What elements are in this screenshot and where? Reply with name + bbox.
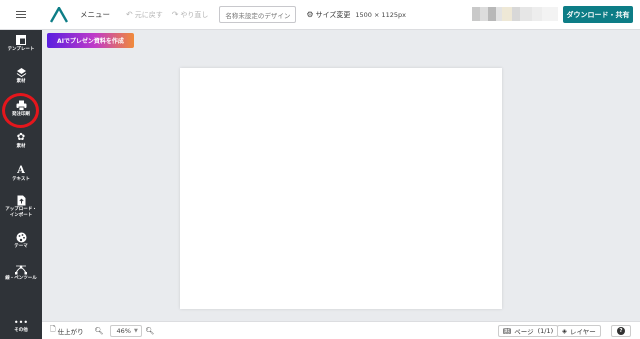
redo-button[interactable]: ↷ やり直し [172, 10, 209, 20]
page-label: ページ [514, 328, 534, 336]
design-name-placeholder: 名称未設定のデザイン [225, 11, 291, 20]
page-button[interactable]: 📖︎ ページ (1/1) [498, 325, 559, 337]
sidebar-item-label: テーマ [14, 244, 28, 249]
zoom-out-icon[interactable]: 🔍︎ [95, 327, 104, 335]
shapes-icon: ✿ [16, 132, 26, 143]
sidebar-item-label: テキスト [12, 177, 30, 182]
gear-icon: ⚙ [306, 10, 314, 19]
sidebar-item-more[interactable]: ••• その他 [0, 318, 42, 334]
text-icon: A [17, 165, 25, 176]
bottom-bar: 🗋 仕上がり 🔍︎ 46% ▼ 🔍︎ 📖︎ ページ (1/1) ◈ レイヤー ? [42, 321, 640, 339]
sidebar-item-label: 素材 [16, 79, 26, 84]
size-change-label: サイズ変更 [315, 10, 351, 19]
template-icon [0, 35, 42, 47]
sidebar-item-text[interactable]: A テキスト [0, 165, 42, 183]
sidebar-item-upload-import[interactable]: アップロード・ インポート [0, 195, 42, 219]
sidebar-item-elements[interactable]: ✿ 素材 [0, 132, 42, 150]
design-canvas[interactable] [180, 68, 502, 309]
pen-tool-icon [0, 264, 42, 276]
sidebar: テンプレート 素材 発注印刷 ✿ 素材 A テキスト アップロード・ インポート… [0, 30, 42, 339]
sidebar-item-materials[interactable]: 素材 [0, 67, 42, 85]
help-icon: ? [617, 327, 625, 335]
palette-icon [0, 232, 42, 244]
top-bar: メニュー ↶ 元に戻す ↷ やり直し 名称未設定のデザイン ⚙ サイズ変更 15… [0, 0, 640, 30]
hamburger-menu-icon[interactable] [0, 0, 42, 30]
more-icon: ••• [13, 318, 29, 327]
sidebar-item-label: テンプレート [7, 47, 35, 52]
user-avatar-blurred[interactable] [472, 7, 558, 21]
upload-icon [0, 195, 42, 207]
layer-label: レイヤー [570, 328, 596, 336]
layers-icon: ◈ [562, 327, 567, 335]
canvas-size-value: 1500 × 1125px [355, 10, 407, 19]
zoom-select[interactable]: 46% ▼ [109, 324, 142, 337]
page-count: (1/1) [537, 327, 554, 335]
highlight-circle-annotation [2, 93, 39, 128]
sidebar-item-line-pen[interactable]: 線・ペンツール [0, 264, 42, 282]
redo-label: やり直し [180, 10, 209, 19]
download-share-button[interactable]: ダウンロード・共有 [563, 6, 633, 23]
undo-button[interactable]: ↶ 元に戻す [126, 10, 163, 20]
undo-label: 元に戻す [134, 10, 163, 19]
sidebar-item-template[interactable]: テンプレート [0, 35, 42, 53]
sidebar-item-label: 素材 [16, 144, 26, 149]
sidebar-item-label-line2: インポート [9, 213, 33, 218]
help-button[interactable]: ? [611, 325, 631, 337]
book-icon: 📖︎ [503, 327, 512, 335]
layers-icon [0, 67, 42, 79]
sidebar-item-label: 線・ペンツール [5, 276, 37, 281]
design-name-input[interactable]: 名称未設定のデザイン [219, 6, 297, 23]
chevron-down-icon: ▼ [133, 327, 138, 334]
document-icon: 🗋 [50, 325, 56, 333]
sidebar-item-theme[interactable]: テーマ [0, 232, 42, 250]
size-change-button[interactable]: ⚙ サイズ変更 [306, 10, 350, 20]
zoom-in-icon[interactable]: 🔍︎ [146, 327, 155, 335]
finish-preview-button[interactable]: 🗋 仕上がり [50, 325, 84, 336]
app-logo[interactable] [42, 6, 76, 23]
menu-button[interactable]: メニュー [80, 9, 110, 20]
layer-button[interactable]: ◈ レイヤー [557, 325, 601, 337]
ai-presentation-button[interactable]: AIでプレゼン資料を作成 [47, 33, 134, 48]
zoom-value: 46% [116, 326, 131, 335]
redo-icon: ↷ [171, 10, 179, 19]
undo-icon: ↶ [126, 10, 133, 19]
finish-label: 仕上がり [57, 327, 84, 336]
sidebar-item-label: その他 [14, 328, 28, 333]
